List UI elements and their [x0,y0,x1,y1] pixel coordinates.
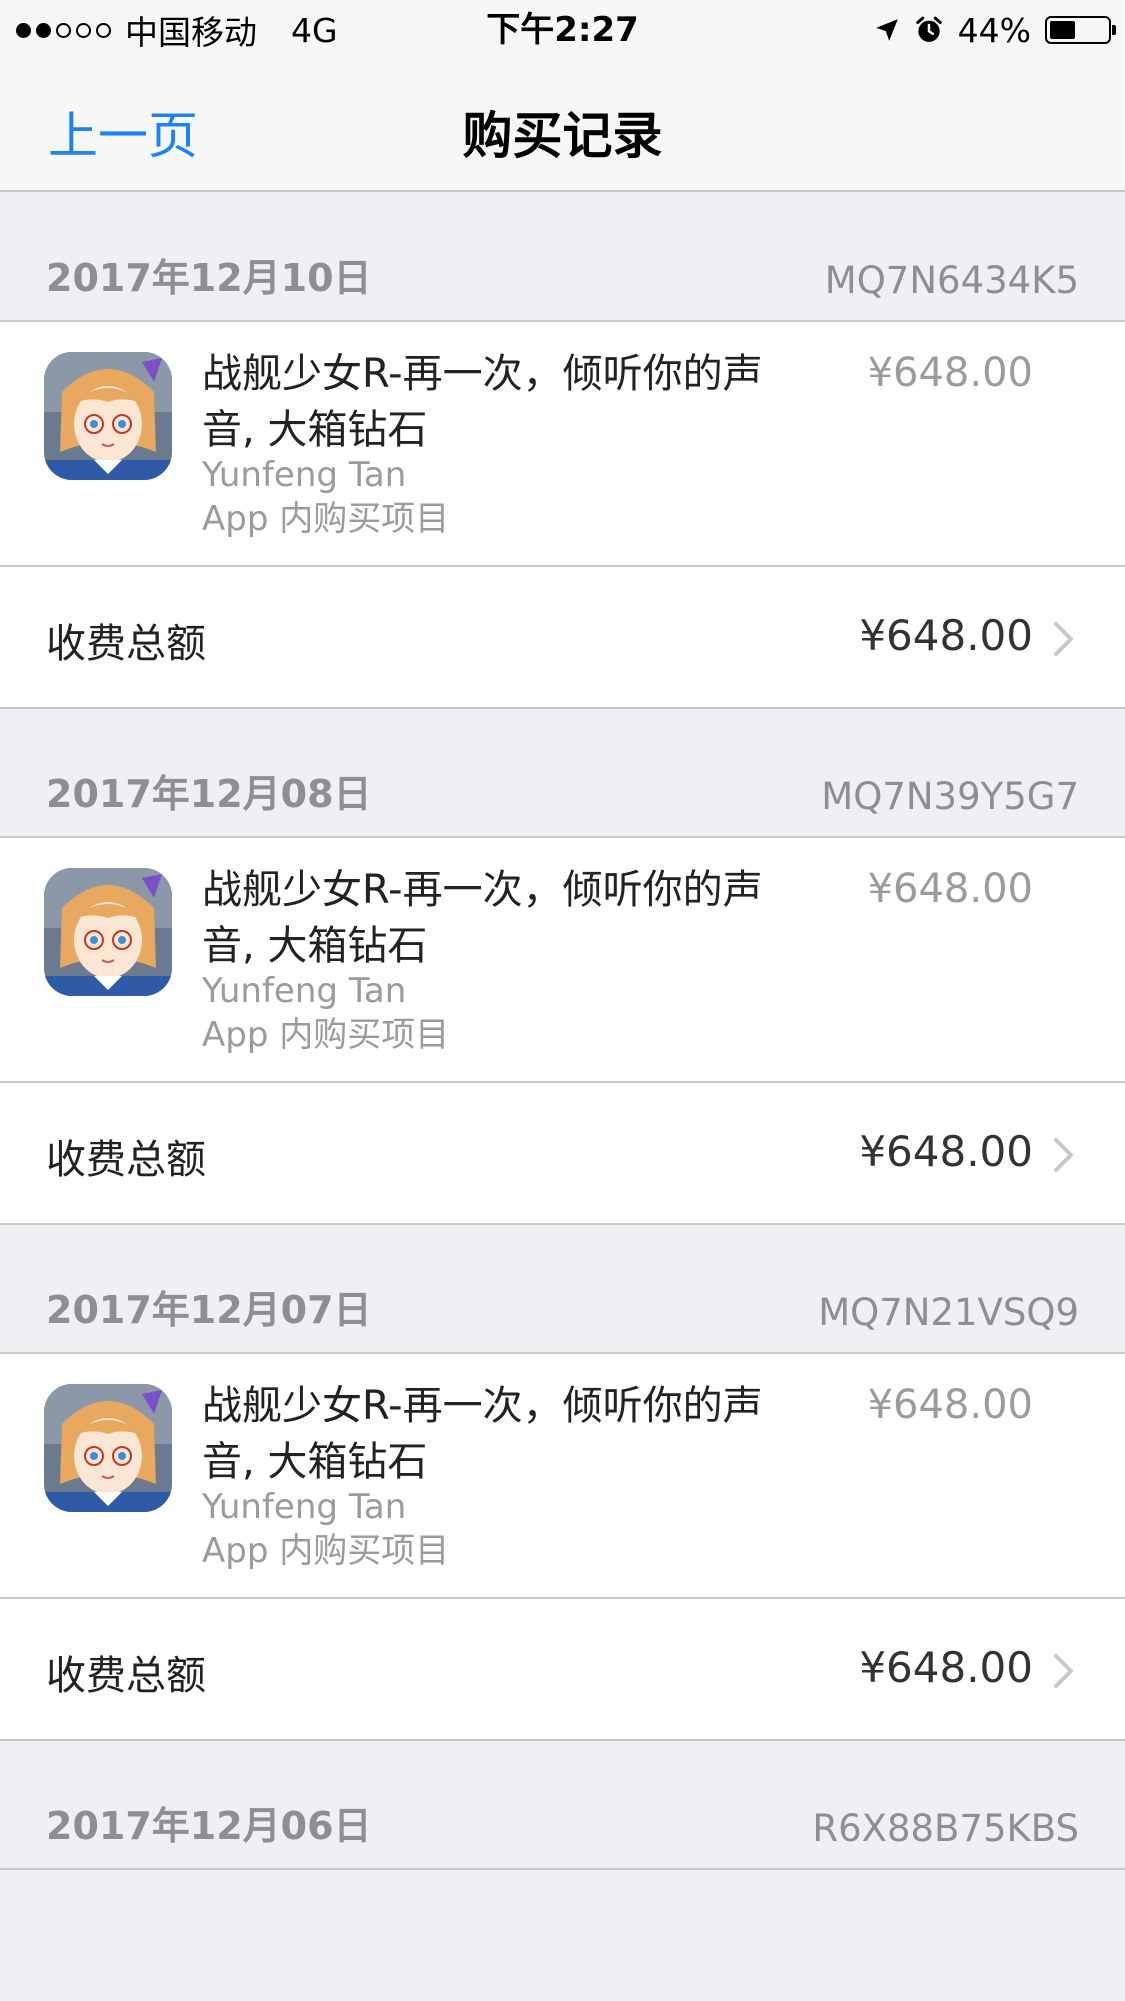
item-title: 战舰少女R-再一次，倾听你的声音, 大箱钻石 [202,1383,763,1485]
total-label: 收费总额 [46,1653,206,1699]
navigation-bar: 上一页 购买记录 [0,60,1125,192]
chevron-right-icon [1054,1138,1073,1172]
order-id: MQ7N39Y5G7 [821,775,1079,818]
purchase-history-screen: 中国移动 4G 下午2:27 44% 上一页 购买记录 2017年12月10日 … [0,0,1125,2001]
total-label: 收费总额 [46,621,206,667]
total-row[interactable]: 收费总额 ¥648.00 [0,1599,1125,1741]
purchase-date: 2017年12月07日 [46,1288,372,1332]
battery-level [1050,21,1075,39]
total-price: ¥648.00 [859,611,1033,660]
item-type: App 内购买项目 [202,1015,450,1055]
developer-name: Yunfeng Tan [202,1487,407,1527]
item-title: 战舰少女R-再一次，倾听你的声音, 大箱钻石 [202,867,763,969]
item-type: App 内购买项目 [202,1531,450,1571]
battery-percent: 44% [957,10,1031,50]
item-title: 战舰少女R-再一次，倾听你的声音, 大箱钻石 [202,351,763,453]
total-price: ¥648.00 [859,1643,1033,1692]
order-id: MQ7N21VSQ9 [818,1291,1079,1334]
app-icon [44,868,172,996]
developer-name: Yunfeng Tan [202,971,407,1011]
item-price: ¥648.00 [867,866,1033,912]
location-arrow-icon [875,19,898,41]
purchase-item[interactable]: 战舰少女R-再一次，倾听你的声音, 大箱钻石 Yunfeng Tan App 内… [0,1354,1125,1599]
item-price: ¥648.00 [867,350,1033,396]
total-price: ¥648.00 [859,1127,1033,1176]
status-bar: 中国移动 4G 下午2:27 44% [0,0,1125,60]
item-price: ¥648.00 [867,1382,1033,1428]
purchase-item[interactable]: 战舰少女R-再一次，倾听你的声音, 大箱钻石 Yunfeng Tan App 内… [0,838,1125,1083]
order-id: R6X88B75KBS [812,1807,1079,1850]
app-icon [44,352,172,480]
section-header: 2017年12月08日 MQ7N39Y5G7 [0,709,1125,838]
chevron-right-icon [1054,622,1073,656]
status-right: 44% [874,10,1116,50]
battery-icon [1045,16,1116,44]
order-id: MQ7N6434K5 [824,259,1079,302]
developer-name: Yunfeng Tan [202,455,407,495]
total-row[interactable]: 收费总额 ¥648.00 [0,1083,1125,1225]
purchase-section: 2017年12月07日 MQ7N21VSQ9 战舰少女R-再一次，倾听你的声音,… [0,1225,1125,1741]
purchase-section: 2017年12月10日 MQ7N6434K5 战舰少女R-再一次，倾听你的声音,… [0,192,1125,709]
app-icon [44,1384,172,1512]
section-header: 2017年12月06日 R6X88B75KBS [0,1741,1125,1870]
purchase-date: 2017年12月08日 [46,772,372,816]
purchase-section: 2017年12月06日 R6X88B75KBS [0,1741,1125,1870]
purchase-item[interactable]: 战舰少女R-再一次，倾听你的声音, 大箱钻石 Yunfeng Tan App 内… [0,322,1125,567]
page-title: 购买记录 [462,107,663,165]
section-header: 2017年12月10日 MQ7N6434K5 [0,192,1125,322]
purchase-date: 2017年12月06日 [46,1804,372,1848]
purchase-list[interactable]: 2017年12月10日 MQ7N6434K5 战舰少女R-再一次，倾听你的声音,… [0,192,1125,1870]
purchase-section: 2017年12月08日 MQ7N39Y5G7 战舰少女R-再一次，倾听你的声音,… [0,709,1125,1225]
alarm-icon [915,16,942,42]
chevron-right-icon [1054,1654,1073,1688]
purchase-date: 2017年12月10日 [46,256,372,300]
total-label: 收费总额 [46,1137,206,1183]
total-row[interactable]: 收费总额 ¥648.00 [0,567,1125,709]
item-type: App 内购买项目 [202,499,450,539]
section-header: 2017年12月07日 MQ7N21VSQ9 [0,1225,1125,1354]
